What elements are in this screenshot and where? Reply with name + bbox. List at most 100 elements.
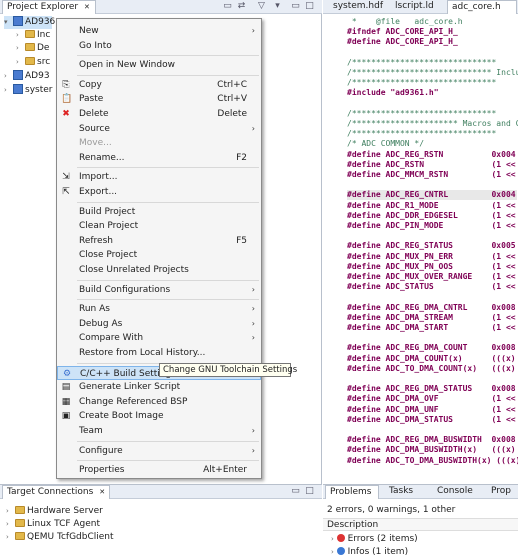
submenu-arrow-icon: › bbox=[251, 333, 255, 343]
menu-item-paste[interactable]: 📋 Paste Ctrl+V bbox=[57, 92, 261, 106]
minimize-icon[interactable]: ▭ bbox=[290, 486, 301, 497]
menu-item-new[interactable]: New › bbox=[57, 24, 261, 38]
code-line: #define ADC_DMA_BUSWIDTH(x) (((x) bbox=[347, 445, 516, 455]
tree-item[interactable]: ▾ AD936 bbox=[4, 16, 55, 29]
code-line: #define ADC_TO_DMA_COUNT(x) (((x) bbox=[347, 364, 516, 374]
gen-icon: ▤ bbox=[61, 382, 71, 393]
tab-adc-core[interactable]: adc_core.h bbox=[447, 0, 517, 14]
maximize-icon[interactable]: □ bbox=[304, 1, 315, 12]
code-line: #define ADC_REG_RSTN 0x004 bbox=[347, 150, 516, 160]
target-connection-item[interactable]: › Linux TCF Agent bbox=[6, 518, 100, 531]
menu-item-compare-with[interactable]: Compare With › bbox=[57, 331, 261, 345]
menu-item-label: Refresh bbox=[79, 235, 113, 246]
tab-project-explorer[interactable]: Project Explorer ✕ bbox=[2, 0, 96, 14]
tree-item[interactable]: › syster bbox=[4, 84, 52, 97]
maximize-icon[interactable]: □ bbox=[304, 486, 315, 497]
tab-lscript[interactable]: lscript.ld bbox=[391, 0, 441, 14]
menu-item-team[interactable]: Team › bbox=[57, 424, 261, 438]
menu-item-create-boot-image[interactable]: ▣ Create Boot Image bbox=[57, 409, 261, 423]
code-keyword: #define ADC_REG_STATUS 0x005 bbox=[347, 241, 516, 251]
code-line: #define ADC_REG_DMA_COUNT 0x008 bbox=[347, 343, 516, 353]
chevron-right-icon[interactable]: › bbox=[6, 531, 15, 544]
minimize-icon[interactable]: ▭ bbox=[290, 1, 301, 12]
chevron-right-icon[interactable]: › bbox=[16, 29, 25, 42]
target-connections-panel: Target Connections ✕ ▭ □ › Hardware Serve… bbox=[0, 484, 322, 558]
close-icon[interactable]: ✕ bbox=[84, 3, 90, 11]
target-connection-item[interactable]: › Hardware Server bbox=[6, 505, 103, 518]
code-line: #define ADC_REG_DMA_CNTRL 0x008 bbox=[347, 303, 516, 313]
menu-item-go-into[interactable]: Go Into bbox=[57, 39, 261, 53]
code-line: #ifndef ADC_CORE_API_H_ bbox=[347, 27, 458, 37]
tab-properties[interactable]: Prop bbox=[487, 485, 517, 499]
description-header[interactable]: Description bbox=[323, 518, 518, 531]
link-editor-icon[interactable]: ⇄ bbox=[236, 1, 247, 12]
folder-icon bbox=[25, 57, 35, 65]
menu-item-copy[interactable]: ⎘ Copy Ctrl+C bbox=[57, 78, 261, 92]
tab-problems[interactable]: Problems bbox=[325, 485, 379, 499]
close-icon[interactable]: ✕ bbox=[99, 488, 105, 496]
submenu-arrow-icon: › bbox=[251, 445, 255, 455]
infos-row[interactable]: › Infos (1 item) bbox=[331, 547, 408, 557]
menu-item-import[interactable]: ⇲ Import... bbox=[57, 170, 261, 184]
code-line: #define ADC_REG_DMA_STATUS 0x008 bbox=[347, 384, 516, 394]
target-connection-item[interactable]: › QEMU TcfGdbClient bbox=[6, 531, 114, 544]
menu-item-label: Run As bbox=[79, 304, 110, 315]
menu-item-source[interactable]: Source › bbox=[57, 122, 261, 136]
menu-item-delete[interactable]: ✖ Delete Delete bbox=[57, 107, 261, 121]
menu-item-refresh[interactable]: Refresh F5 bbox=[57, 234, 261, 248]
chevron-right-icon[interactable]: › bbox=[4, 70, 13, 83]
menu-item-label: Close Project bbox=[79, 250, 138, 261]
code-line: #define ADC_TO_DMA_BUSWIDTH(x) (((x) bbox=[347, 456, 518, 466]
chevron-right-icon[interactable]: › bbox=[6, 505, 15, 518]
folder-icon bbox=[15, 519, 25, 527]
filter-icon[interactable]: ▽ bbox=[256, 1, 267, 12]
menu-item-build-configurations[interactable]: Build Configurations › bbox=[57, 283, 261, 297]
menu-item-restore-from-local-history[interactable]: Restore from Local History... bbox=[57, 346, 261, 360]
menu-item-open-in-new-window[interactable]: Open in New Window bbox=[57, 58, 261, 72]
menu-item-close-project[interactable]: Close Project bbox=[57, 248, 261, 262]
tab-console[interactable]: Console bbox=[433, 485, 481, 499]
tree-item[interactable]: › src bbox=[16, 56, 50, 69]
menu-item-change-referenced-bsp[interactable]: ▦ Change Referenced BSP bbox=[57, 395, 261, 409]
tree-item[interactable]: › Inc bbox=[16, 29, 50, 42]
code-keyword: #define ADC_CORE_API_H_ bbox=[347, 37, 458, 47]
chevron-right-icon[interactable]: › bbox=[6, 518, 15, 531]
folder-icon bbox=[15, 532, 25, 540]
menu-item-label: New bbox=[79, 26, 99, 36]
code-keyword: #define ADC_DMA_UNF (1 << bbox=[347, 404, 516, 414]
code-line: #define ADC_DMA_OVF (1 << bbox=[347, 394, 516, 404]
tab-tasks[interactable]: Tasks bbox=[385, 485, 425, 499]
menu-item-build-project[interactable]: Build Project bbox=[57, 205, 261, 219]
menu-item-export[interactable]: ⇱ Export... bbox=[57, 185, 261, 199]
project-icon bbox=[13, 84, 23, 94]
menu-separator bbox=[77, 460, 259, 462]
submenu-arrow-icon: › bbox=[251, 426, 255, 435]
tab-target-connections[interactable]: Target Connections ✕ bbox=[2, 485, 110, 499]
menu-item-rename[interactable]: Rename... F2 bbox=[57, 151, 261, 165]
view-menu-icon[interactable]: ▾ bbox=[272, 1, 283, 12]
tree-item[interactable]: › AD93 bbox=[4, 70, 50, 83]
delete-icon: ✖ bbox=[62, 109, 70, 119]
chevron-right-icon[interactable]: › bbox=[4, 84, 13, 97]
code-line: #define ADC_REG_STATUS 0x005 bbox=[347, 241, 516, 251]
menu-item-close-unrelated-projects[interactable]: Close Unrelated Projects bbox=[57, 263, 261, 277]
menu-item-run-as[interactable]: Run As › bbox=[57, 302, 261, 316]
errors-row[interactable]: › Errors (2 items) bbox=[331, 534, 418, 544]
menu-item-configure[interactable]: Configure › bbox=[57, 444, 261, 458]
collapse-all-icon[interactable]: ▭ bbox=[222, 1, 233, 12]
code-line: #define ADC_REG_DMA_BUSWIDTH 0x008 bbox=[347, 435, 516, 445]
menu-item-generate-linker-script[interactable]: ▤ Generate Linker Script bbox=[57, 380, 261, 394]
tree-item[interactable]: › De bbox=[16, 42, 49, 55]
menu-item-label: Restore from Local History... bbox=[79, 348, 206, 358]
tab-system-hdf[interactable]: system.hdf bbox=[329, 0, 385, 14]
menu-item-debug-as[interactable]: Debug As › bbox=[57, 317, 261, 331]
menu-item-properties[interactable]: Properties Alt+Enter bbox=[57, 463, 261, 477]
code-line: #define ADC_DDR_EDGESEL (1 << bbox=[347, 211, 516, 221]
menu-item-clean-project[interactable]: Clean Project bbox=[57, 219, 261, 233]
code-keyword: #define ADC_DMA_OVF (1 << bbox=[347, 394, 516, 404]
chevron-right-icon[interactable]: › bbox=[16, 42, 25, 55]
chevron-right-icon[interactable]: › bbox=[16, 56, 25, 69]
menu-shortcut: Delete bbox=[217, 109, 247, 119]
chevron-down-icon[interactable]: ▾ bbox=[4, 16, 13, 29]
info-icon bbox=[336, 547, 345, 555]
